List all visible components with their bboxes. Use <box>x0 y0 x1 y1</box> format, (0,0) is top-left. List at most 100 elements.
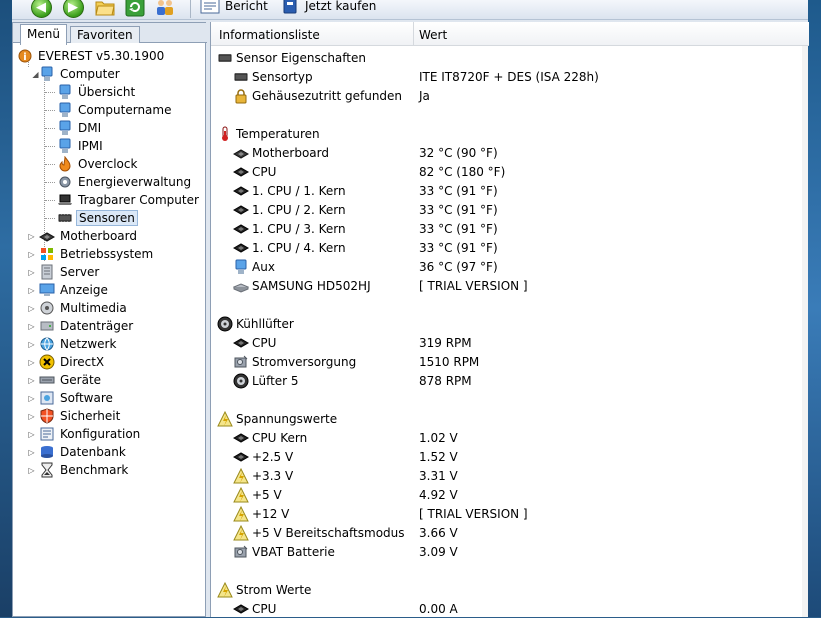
group-header[interactable]: Kühllüfter <box>217 314 294 333</box>
column-header-informationsliste[interactable]: Informationsliste <box>219 28 320 42</box>
expand-icon[interactable]: ▷ <box>27 250 36 259</box>
tree-item-ger-te[interactable]: ▷ Geräte <box>27 371 103 389</box>
tab-menu[interactable]: Menü <box>20 24 67 45</box>
expand-icon[interactable]: ▷ <box>27 340 36 349</box>
sensor-row[interactable]: CPU 82 °C (180 °F) <box>233 162 793 181</box>
tree-item-label: Motherboard <box>60 229 137 243</box>
tree-item-netzwerk[interactable]: ▷ Netzwerk <box>27 335 118 353</box>
tree-item-sensoren[interactable]: Sensoren <box>57 209 138 227</box>
sensor-name: +3.3 V <box>252 468 294 483</box>
tab-bar: Menü Favoriten <box>13 23 207 45</box>
tree-item-computer[interactable]: ◢ Computer <box>27 65 122 83</box>
group-header[interactable]: Strom Werte <box>217 580 311 599</box>
tree-item-datenbank[interactable]: ▷ Datenbank <box>27 443 128 461</box>
sensor-row[interactable]: +3.3 V 3.31 V <box>233 466 793 485</box>
sensor-value: 3.66 V <box>419 525 458 540</box>
tree-item-software[interactable]: ▷ Software <box>27 389 115 407</box>
sensor-name: SAMSUNG HD502HJ <box>252 278 371 293</box>
users-button[interactable] <box>154 0 176 18</box>
voltage-icon <box>217 581 233 598</box>
expand-icon[interactable]: ▷ <box>27 448 36 457</box>
sensor-row[interactable]: +2.5 V 1.52 V <box>233 447 793 466</box>
sensor-row[interactable]: 1. CPU / 3. Kern 33 °C (91 °F) <box>233 219 793 238</box>
tree-item-anzeige[interactable]: ▷ Anzeige <box>27 281 110 299</box>
sensor-row[interactable]: +12 V [ TRIAL VERSION ] <box>233 504 793 523</box>
sensor-name: CPU Kern <box>252 430 308 445</box>
info-icon: i <box>17 48 33 64</box>
expand-icon[interactable]: ▷ <box>27 376 36 385</box>
tree-item-uebersicht[interactable]: Übersicht <box>57 83 137 101</box>
tree-item-sicherheit[interactable]: ▷ Sicherheit <box>27 407 122 425</box>
sensor-value: [ TRIAL VERSION ] <box>419 278 528 293</box>
tree-item-tragbarer-computer[interactable]: Tragbarer Computer <box>57 191 201 209</box>
tree-item-konfiguration[interactable]: ▷ Konfiguration <box>27 425 142 443</box>
tree-item-benchmark[interactable]: ▷ Benchmark <box>27 461 130 479</box>
sensor-row[interactable]: +5 V Bereitschaftsmodus 3.66 V <box>233 523 793 542</box>
group-title: Kühllüfter <box>236 316 294 331</box>
sensor-row[interactable]: +5 V 4.92 V <box>233 485 793 504</box>
tree-item-energieverwaltung[interactable]: Energieverwaltung <box>57 173 193 191</box>
expand-icon[interactable]: ▷ <box>27 304 36 313</box>
tree-line <box>45 110 55 111</box>
collapse-icon[interactable]: ◢ <box>31 70 40 79</box>
sensor-row[interactable]: Sensortyp ITE IT8720F + DES (ISA 228h) <box>233 67 793 86</box>
tab-favoriten[interactable]: Favoriten <box>70 26 140 43</box>
sensor-row[interactable]: Aux 36 °C (97 °F) <box>233 257 793 276</box>
tree-root-everest[interactable]: i EVEREST v5.30.1900 <box>17 47 166 65</box>
tree-item-motherboard[interactable]: ▷ Motherboard <box>27 227 139 245</box>
folder-button[interactable] <box>94 0 116 18</box>
back-button[interactable]: ◀ <box>30 0 52 18</box>
sensor-row[interactable]: 1. CPU / 1. Kern 33 °C (91 °F) <box>233 181 793 200</box>
sensor-row[interactable]: 1. CPU / 2. Kern 33 °C (91 °F) <box>233 200 793 219</box>
bericht-button[interactable]: Bericht <box>200 0 268 15</box>
tree-item-label: Software <box>60 391 113 405</box>
tree-item-label: Konfiguration <box>60 427 141 441</box>
tree-item-ipmi[interactable]: IPMI <box>57 137 105 155</box>
sensor-row[interactable]: VBAT Batterie 3.09 V <box>233 542 793 561</box>
sensor-row[interactable]: Gehäusezutritt gefunden Ja <box>233 86 793 105</box>
expand-icon[interactable]: ▷ <box>27 232 36 241</box>
sensor-value: 33 °C (91 °F) <box>419 202 498 217</box>
expand-icon[interactable]: ▷ <box>27 358 36 367</box>
refresh-icon <box>125 0 145 17</box>
sensor-row[interactable]: 1. CPU / 4. Kern 33 °C (91 °F) <box>233 238 793 257</box>
refresh-button[interactable] <box>124 0 146 18</box>
jetzt-kaufen-button[interactable]: Jetzt kaufen <box>280 0 376 15</box>
sensor-row[interactable]: CPU Kern 1.02 V <box>233 428 793 447</box>
tree-item-dmi[interactable]: DMI <box>57 119 103 137</box>
tree-item-datentr-ger[interactable]: ▷ Datenträger <box>27 317 135 335</box>
group-header[interactable]: Sensor Eigenschaften <box>217 48 366 67</box>
sensor-row[interactable]: CPU 0.00 A <box>233 599 793 618</box>
tree-item-label: Betriebssystem <box>60 247 154 261</box>
server-icon <box>39 264 55 280</box>
tree-item-betriebssystem[interactable]: ▷ Betriebssystem <box>27 245 155 263</box>
sensor-row[interactable]: Stromversorgung 1510 RPM <box>233 352 793 371</box>
column-divider[interactable] <box>413 22 414 46</box>
expand-icon[interactable]: ▷ <box>27 430 36 439</box>
column-header-wert[interactable]: Wert <box>419 28 447 42</box>
expand-icon[interactable]: ▷ <box>27 322 36 331</box>
expand-icon[interactable]: ▷ <box>27 466 36 475</box>
expand-icon[interactable]: ▷ <box>27 394 36 403</box>
expand-icon[interactable]: ▷ <box>27 268 36 277</box>
sensor-row[interactable]: SAMSUNG HD502HJ [ TRIAL VERSION ] <box>233 276 793 295</box>
sensor-row[interactable]: CPU 319 RPM <box>233 333 793 352</box>
tree-item-overclock[interactable]: Overclock <box>57 155 139 173</box>
tree-item-server[interactable]: ▷ Server <box>27 263 101 281</box>
sensor-row[interactable]: Motherboard 32 °C (90 °F) <box>233 143 793 162</box>
tree-item-computername[interactable]: Computername <box>57 101 173 119</box>
voltage-icon <box>233 524 249 541</box>
sensor-row[interactable]: Lüfter 5 878 RPM <box>233 371 793 390</box>
expand-icon[interactable]: ▷ <box>27 412 36 421</box>
forward-button[interactable]: ▶ <box>62 0 84 18</box>
group-header[interactable]: Spannungswerte <box>217 409 337 428</box>
sensor-value: Ja <box>419 88 430 103</box>
group-header[interactable]: Temperaturen <box>217 124 320 143</box>
expand-icon[interactable]: ▷ <box>27 286 36 295</box>
sensor-name: Stromversorgung <box>252 354 357 369</box>
group-title: Sensor Eigenschaften <box>236 50 366 65</box>
sensor-name: 1. CPU / 1. Kern <box>252 183 346 198</box>
vertical-scrollbar[interactable] <box>802 46 808 617</box>
tree-item-multimedia[interactable]: ▷ Multimedia <box>27 299 129 317</box>
tree-item-directx[interactable]: ▷ DirectX <box>27 353 106 371</box>
